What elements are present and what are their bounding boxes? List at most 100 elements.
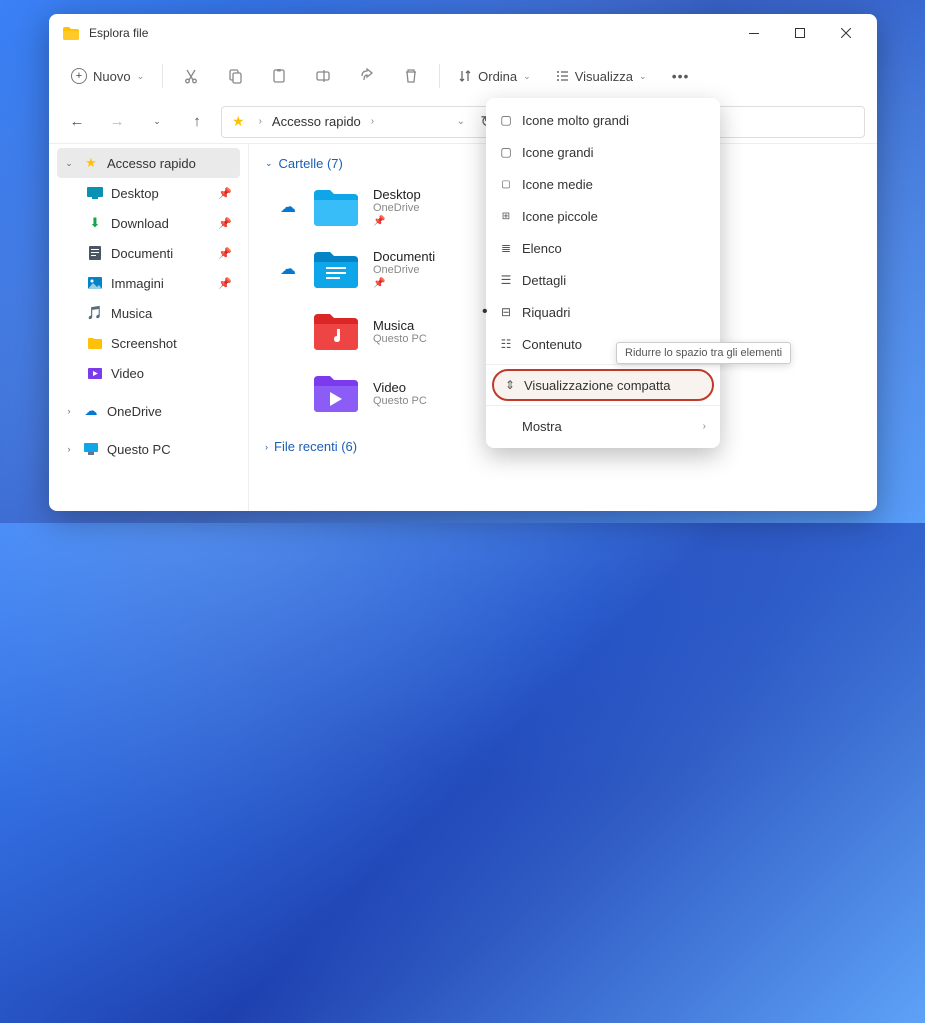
menu-large-icons[interactable]: ▢Icone grandi [486,136,720,168]
sidebar-quick-access[interactable]: ⌄ ★ Accesso rapido [57,148,240,178]
file-explorer-window: Esplora file + Nuovo ⌄ Ordina ⌄ Visualiz… [49,14,877,511]
folder-icon [311,187,359,227]
content-icon: ☷ [498,337,514,351]
back-button[interactable]: ← [61,106,93,138]
menu-separator [486,364,720,365]
sidebar-label: Accesso rapido [107,156,196,171]
sidebar-item-desktop[interactable]: Desktop 📌 [57,178,240,208]
sidebar-item-screenshot[interactable]: Screenshot [57,328,240,358]
menu-medium-icons[interactable]: ▢Icone medie [486,168,720,200]
star-icon: ★ [232,113,245,130]
window-title: Esplora file [89,26,731,40]
download-icon: ⬇ [87,215,103,231]
video-icon [87,368,103,379]
folder-name: Video [373,380,427,395]
sidebar-label: Video [111,366,144,381]
desktop-icon [87,187,103,199]
navbar: ← → ⌄ ↑ ★ › Accesso rapido › ⌄ ↻ [49,100,877,144]
folder-location: Questo PC [373,333,427,345]
minimize-button[interactable] [731,17,777,49]
sidebar-label: Immagini [111,276,164,291]
sidebar: ⌄ ★ Accesso rapido Desktop 📌 ⬇ Download … [49,144,249,511]
chevron-down-icon: ⌄ [63,158,75,169]
more-button[interactable]: ••• [661,59,701,93]
sort-button[interactable]: Ordina ⌄ [448,59,541,93]
share-button[interactable] [347,59,387,93]
chevron-right-icon: › [265,442,268,452]
titlebar: Esplora file [49,14,877,52]
menu-compact-view[interactable]: ⇕Visualizzazione compatta [492,369,714,401]
view-icon [555,69,569,83]
new-label: Nuovo [93,69,131,84]
details-icon: ☰ [498,273,514,287]
music-icon: 🎵 [87,305,103,321]
chevron-down-icon: ⌄ [137,71,145,82]
grid-icon: ⊞ [498,211,514,222]
view-button[interactable]: Visualizza ⌄ [545,59,657,93]
menu-separator [486,405,720,406]
folder-name: Documenti [373,249,435,264]
square-icon: ▢ [498,145,514,159]
section-title: File recenti (6) [274,439,357,454]
address-bar[interactable]: ★ › Accesso rapido › ⌄ ↻ [221,106,506,138]
pin-icon: 📌 [218,247,232,260]
paste-button[interactable] [259,59,299,93]
sidebar-onedrive[interactable]: › ☁ OneDrive [57,396,240,426]
menu-small-icons[interactable]: ⊞Icone piccole [486,200,720,232]
crumb-separator: › [253,116,268,127]
image-icon [87,277,103,289]
compact-icon: ⇕ [502,378,518,392]
rename-button[interactable] [303,59,343,93]
breadcrumb-root[interactable]: Accesso rapido [272,114,361,129]
chevron-down-icon: ⌄ [265,158,273,169]
cut-button[interactable] [171,59,211,93]
delete-button[interactable] [391,59,431,93]
sidebar-item-video[interactable]: Video [57,358,240,388]
close-button[interactable] [823,17,869,49]
pin-icon: 📌 [373,216,421,227]
new-button[interactable]: + Nuovo ⌄ [61,59,154,93]
folder-icon [87,338,103,349]
sidebar-item-music[interactable]: 🎵 Musica [57,298,240,328]
menu-tiles[interactable]: •⊟Riquadri [486,296,720,328]
copy-button[interactable] [215,59,255,93]
menu-list[interactable]: ≣Elenco [486,232,720,264]
pin-icon: 📌 [218,187,232,200]
sidebar-item-documents[interactable]: Documenti 📌 [57,238,240,268]
folder-icon [311,311,359,351]
selected-indicator: • [482,303,488,321]
maximize-button[interactable] [777,17,823,49]
view-label: Visualizza [575,69,633,84]
cloud-icon: ☁ [83,403,99,419]
sidebar-item-pictures[interactable]: Immagini 📌 [57,268,240,298]
app-icon [63,27,79,40]
view-submenu: ▢Icone molto grandi ▢Icone grandi ▢Icone… [486,98,720,448]
forward-button[interactable]: → [101,106,133,138]
sidebar-label: Documenti [111,246,173,261]
sidebar-thispc[interactable]: › Questo PC [57,434,240,464]
list-icon: ≣ [498,241,514,255]
toolbar: + Nuovo ⌄ Ordina ⌄ Visualizza ⌄ ••• [49,52,877,100]
sidebar-item-download[interactable]: ⬇ Download 📌 [57,208,240,238]
folder-location: OneDrive [373,202,421,214]
up-button[interactable]: ↑ [181,106,213,138]
chevron-down-icon: ⌄ [523,71,531,82]
cloud-sync-icon: ☁ [279,259,297,279]
star-icon: ★ [83,155,99,171]
sidebar-label: Download [111,216,169,231]
cloud-sync-icon: ☁ [279,197,297,217]
menu-details[interactable]: ☰Dettagli [486,264,720,296]
history-button[interactable]: ⌄ [141,106,173,138]
chevron-down-icon: ⌄ [639,71,647,82]
chevron-right-icon: › [63,406,75,416]
folder-icon [311,373,359,413]
pc-icon [83,443,99,455]
folder-name: Musica [373,318,427,333]
crumb-separator: › [365,116,380,127]
address-dropdown[interactable]: ⌄ [451,116,471,127]
menu-extra-large-icons[interactable]: ▢Icone molto grandi [486,104,720,136]
folder-icon [311,249,359,289]
menu-show[interactable]: Mostra› [486,410,720,442]
tooltip: Ridurre lo spazio tra gli elementi [616,342,791,364]
sidebar-label: Desktop [111,186,159,201]
